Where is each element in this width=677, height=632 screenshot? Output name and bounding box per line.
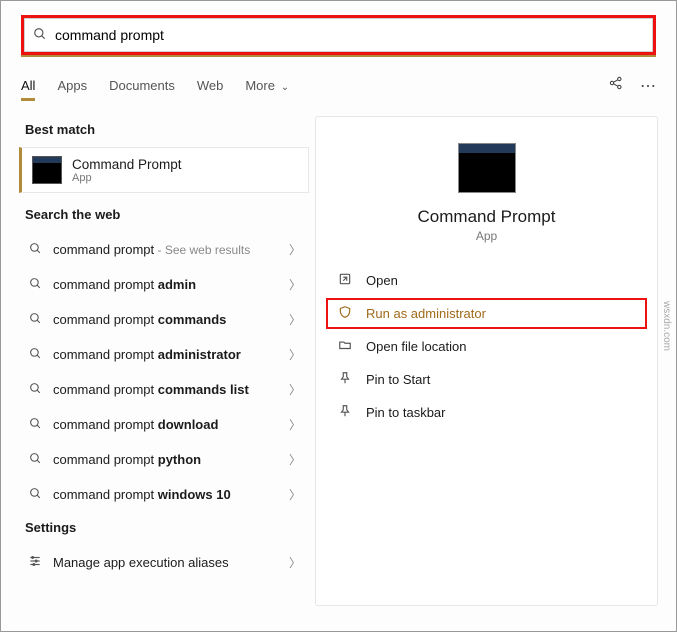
search-icon	[27, 312, 43, 328]
web-suggestion[interactable]: command prompt - See web results 〉	[19, 232, 309, 267]
web-suggestion[interactable]: command prompt python 〉	[19, 442, 309, 477]
action-open-label: Open	[366, 273, 398, 288]
detail-app-title: Command Prompt	[324, 207, 649, 227]
main-area: Best match Command Prompt App Search the…	[1, 104, 676, 608]
chevron-right-icon: 〉	[289, 554, 301, 571]
search-bar-container	[1, 1, 676, 55]
web-suggestion-text: command prompt administrator	[53, 347, 241, 362]
detail-app-icon	[458, 143, 516, 193]
chevron-down-icon: ⌄	[278, 82, 289, 93]
search-icon	[27, 382, 43, 398]
search-icon	[27, 347, 43, 363]
detail-app-subtitle: App	[324, 229, 649, 243]
action-open-location-label: Open file location	[366, 339, 466, 354]
search-icon	[27, 487, 43, 503]
best-match-title: Command Prompt	[72, 157, 182, 172]
search-web-header: Search the web	[25, 207, 309, 222]
action-pin-start-label: Pin to Start	[366, 372, 430, 387]
tab-apps[interactable]: Apps	[57, 78, 87, 93]
pin-icon	[336, 371, 354, 388]
action-pin-to-start[interactable]: Pin to Start	[326, 364, 647, 395]
action-run-admin-label: Run as administrator	[366, 306, 486, 321]
more-icon[interactable]: ⋯	[640, 76, 656, 96]
search-input[interactable]	[55, 19, 652, 51]
share-icon[interactable]	[608, 75, 624, 96]
best-match-header: Best match	[25, 122, 309, 137]
pin-icon	[336, 404, 354, 421]
best-match-text: Command Prompt App	[72, 157, 182, 184]
chevron-right-icon: 〉	[289, 311, 301, 328]
settings-header: Settings	[25, 520, 309, 535]
search-bar[interactable]	[24, 18, 653, 52]
best-match-item[interactable]: Command Prompt App	[19, 147, 309, 193]
chevron-right-icon: 〉	[289, 486, 301, 503]
chevron-right-icon: 〉	[289, 346, 301, 363]
shield-icon	[336, 305, 354, 322]
web-suggestion[interactable]: command prompt administrator 〉	[19, 337, 309, 372]
search-icon	[27, 277, 43, 293]
search-icon	[25, 27, 55, 44]
chevron-right-icon: 〉	[289, 416, 301, 433]
action-pin-to-taskbar[interactable]: Pin to taskbar	[326, 397, 647, 428]
settings-item[interactable]: Manage app execution aliases 〉	[19, 545, 309, 580]
action-run-as-administrator[interactable]: Run as administrator	[326, 298, 647, 329]
settings-list-icon	[27, 554, 43, 571]
results-column: Best match Command Prompt App Search the…	[19, 114, 315, 608]
chevron-right-icon: 〉	[289, 276, 301, 293]
web-suggestion-text: command prompt commands	[53, 312, 226, 327]
folder-icon	[336, 338, 354, 355]
open-icon	[336, 272, 354, 289]
best-match-subtitle: App	[72, 172, 182, 184]
web-suggestion-text: command prompt commands list	[53, 382, 249, 397]
chevron-right-icon: 〉	[289, 451, 301, 468]
chevron-right-icon: 〉	[289, 381, 301, 398]
tabs-row: All Apps Documents Web More ⌄ ⋯	[1, 57, 676, 104]
search-icon	[27, 242, 43, 258]
web-suggestion[interactable]: command prompt download 〉	[19, 407, 309, 442]
web-suggestion[interactable]: command prompt commands 〉	[19, 302, 309, 337]
action-open-file-location[interactable]: Open file location	[326, 331, 647, 362]
tab-documents[interactable]: Documents	[109, 78, 175, 93]
web-suggestion[interactable]: command prompt commands list 〉	[19, 372, 309, 407]
action-open[interactable]: Open	[326, 265, 647, 296]
chevron-right-icon: 〉	[289, 241, 301, 258]
web-suggestion-text: command prompt - See web results	[53, 242, 250, 257]
watermark: wsxdn.com	[661, 301, 672, 351]
action-pin-taskbar-label: Pin to taskbar	[366, 405, 446, 420]
detail-pane: Command Prompt App Open Run as administr…	[315, 116, 658, 606]
web-suggestion-text: command prompt download	[53, 417, 218, 432]
web-suggestion-text: command prompt admin	[53, 277, 196, 292]
web-suggestion[interactable]: command prompt windows 10 〉	[19, 477, 309, 512]
web-suggestion[interactable]: command prompt admin 〉	[19, 267, 309, 302]
web-suggestion-text: command prompt python	[53, 452, 201, 467]
web-suggestion-text: command prompt windows 10	[53, 487, 231, 502]
search-icon	[27, 417, 43, 433]
tab-more[interactable]: More ⌄	[245, 78, 289, 93]
search-window: All Apps Documents Web More ⌄ ⋯ Best mat…	[0, 0, 677, 632]
search-icon	[27, 452, 43, 468]
settings-item-label: Manage app execution aliases	[53, 555, 229, 570]
web-suggestion-list: command prompt - See web results〉command…	[19, 232, 309, 512]
tab-web[interactable]: Web	[197, 78, 224, 93]
tab-all[interactable]: All	[21, 78, 35, 93]
search-bar-highlight	[21, 15, 656, 55]
command-prompt-icon	[32, 156, 62, 184]
